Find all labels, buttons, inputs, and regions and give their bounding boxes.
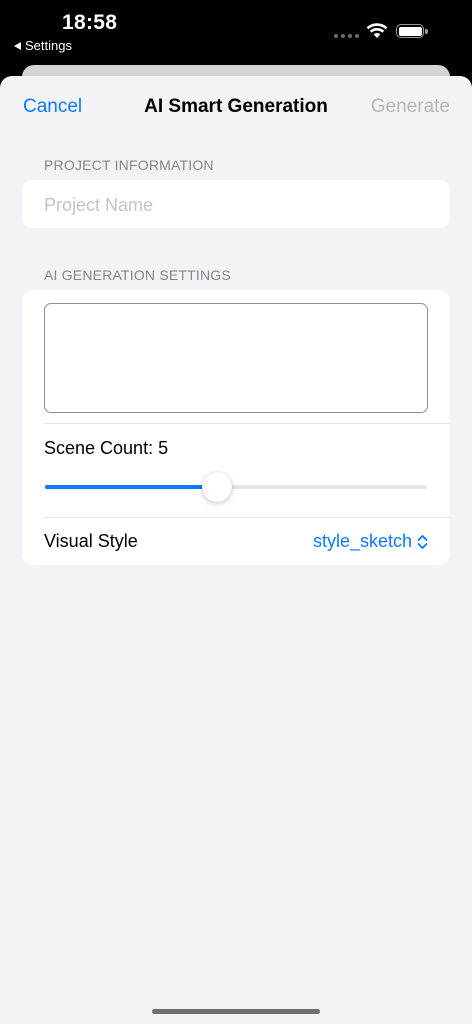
- back-to-settings-label: Settings: [25, 38, 72, 53]
- modal-sheet: Cancel AI Smart Generation Generate PROJ…: [0, 76, 472, 1024]
- scene-count-slider[interactable]: [45, 485, 427, 489]
- home-indicator: [152, 1009, 320, 1014]
- divider: [44, 423, 450, 424]
- chevron-up-down-icon: [417, 534, 428, 549]
- visual-style-value: style_sketch: [312, 531, 412, 551]
- section-header-ai-generation-settings: AI GENERATION SETTINGS: [44, 267, 231, 283]
- back-to-settings[interactable]: Settings: [14, 38, 72, 53]
- slider-fill: [45, 485, 217, 489]
- slider-thumb[interactable]: [201, 472, 232, 502]
- generate-button[interactable]: Generate: [371, 96, 450, 118]
- divider: [44, 517, 450, 518]
- battery-icon: [396, 24, 428, 40]
- cellular-dots-icon: [334, 34, 359, 38]
- section-header-project-information: PROJECT INFORMATION: [44, 157, 214, 173]
- wifi-icon: [366, 23, 388, 38]
- visual-style-label: Visual Style: [44, 531, 138, 551]
- ai-generation-settings-card: Scene Count: 5 Visual Style style_sketch: [22, 290, 450, 565]
- scene-count-label: Scene Count: 5: [44, 438, 169, 458]
- project-information-card: [22, 180, 450, 228]
- back-triangle-icon: [14, 41, 21, 50]
- status-bar: 18:58 Settings: [0, 0, 472, 62]
- prompt-textarea[interactable]: [44, 303, 428, 413]
- status-time: 18:58: [62, 11, 118, 34]
- project-name-field[interactable]: [44, 192, 424, 218]
- visual-style-picker[interactable]: style_sketch: [313, 531, 428, 552]
- nav-bar: Cancel AI Smart Generation Generate: [0, 76, 472, 138]
